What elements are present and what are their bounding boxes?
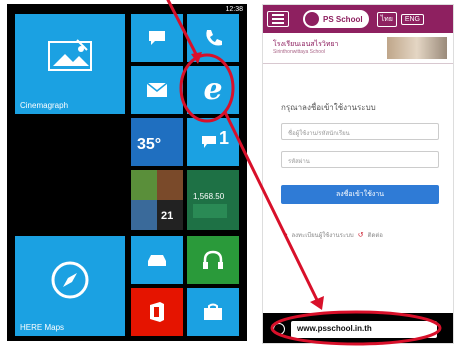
site-logo[interactable]: PS School [303,10,369,28]
office-icon [148,301,166,323]
chat-icon [201,135,217,149]
people-count: 21 [161,210,174,222]
contact-icon: ↺ [357,232,364,239]
finance-value: 1,568.50 [193,192,225,201]
address-bar: www.psschool.in.th [263,313,453,343]
login-button[interactable]: ลงชื่อเข้าใช้งาน [281,185,439,204]
store-icon [203,303,223,321]
browser-screen: PS School ไทย ENG โรงเรียนเอนสไรวิทยา Si… [262,4,454,344]
people-tile[interactable]: 21 [131,170,183,230]
email-tile[interactable] [131,66,183,114]
lang-eng-button[interactable]: ENG [400,13,424,25]
header-divider [263,63,453,64]
tabs-icon[interactable] [273,323,285,335]
menu-button[interactable] [267,11,289,27]
phone-tile[interactable] [187,14,239,62]
internet-explorer-tile[interactable]: e [187,66,239,114]
cinemagraph-icon [47,38,93,74]
site-header: PS School ไทย ENG [263,5,453,33]
messages-count-tile[interactable]: 1 [187,118,239,166]
headphones-icon [202,250,224,270]
cinemagraph-tile[interactable]: Cinemagraph [15,14,125,114]
music-tile[interactable] [187,236,239,284]
username-field[interactable]: ชื่อผู้ใช้งาน/รหัสนักเรียน [281,123,439,140]
store-tile[interactable] [187,288,239,336]
finance-chart [193,204,227,218]
finance-tile[interactable]: 1,568.50 [187,170,239,230]
school-subtitle: Sirinthonwittaya School [273,49,325,55]
messages-count: 1 [219,128,230,148]
phone-icon [204,29,222,47]
logo-text: PS School [323,14,363,24]
compass-icon [50,260,90,300]
logo-mark-icon [305,12,319,26]
register-link[interactable]: ลงทะเบียนผู้ใช้งานระบบ [291,230,353,240]
message-icon [148,30,166,46]
car-icon [146,253,168,267]
help-row: • ลงทะเบียนผู้ใช้งานระบบ ↺ ติดต่อ [285,230,383,240]
login-title: กรุณาลงชื่อเข้าใช้งานระบบ [281,103,376,112]
weather-temp: 35° [137,136,162,153]
status-clock: 12:38 [225,6,243,13]
here-maps-tile[interactable]: HERE Maps [15,236,125,336]
school-photo [387,37,447,59]
car-tile[interactable] [131,236,183,284]
contact-link[interactable]: ติดต่อ [368,230,383,240]
weather-tile[interactable]: 35° [131,118,183,166]
office-tile[interactable] [131,288,183,336]
register-icon: • [285,231,288,239]
password-field[interactable]: รหัสผ่าน [281,151,439,168]
internet-explorer-icon: e [203,72,223,107]
messaging-tile[interactable] [131,14,183,62]
start-screen: 12:38 Cinemagraph e 35° 1 21 1,568.50 HE… [7,4,247,341]
url-field[interactable]: www.psschool.in.th [291,321,437,338]
cinemagraph-label: Cinemagraph [20,101,69,110]
lang-thai-button[interactable]: ไทย [376,11,397,27]
here-maps-label: HERE Maps [20,323,65,332]
mail-icon [146,82,168,98]
